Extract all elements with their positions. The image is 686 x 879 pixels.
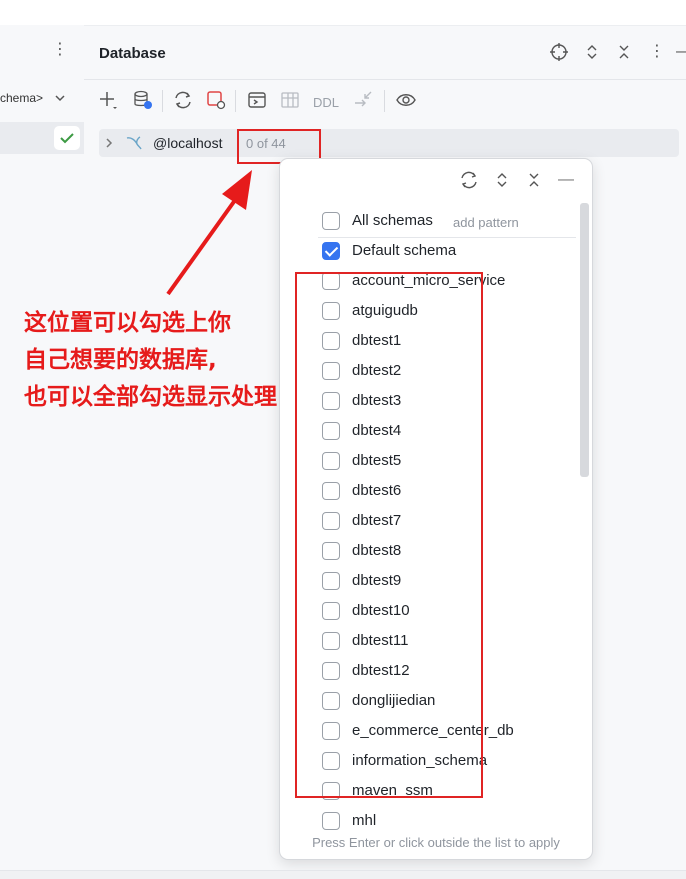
checkbox[interactable]	[322, 812, 340, 830]
list-item-all-schemas[interactable]: All schemas add pattern	[280, 207, 576, 237]
annotation-line: 自己想要的数据库,	[24, 347, 217, 373]
annotation-line: 这位置可以勾选上你	[24, 310, 231, 336]
data-source-properties-icon[interactable]	[132, 89, 154, 111]
add-pattern-link[interactable]: add pattern	[453, 215, 519, 230]
eye-icon[interactable]	[395, 89, 417, 111]
more-options-icon[interactable]: ⋮	[647, 42, 667, 62]
stop-icon[interactable]	[205, 89, 227, 111]
bottom-status-strip	[0, 870, 686, 879]
panel-title: Database	[99, 45, 166, 62]
add-icon[interactable]	[97, 89, 119, 111]
item-label: All schemas	[352, 212, 433, 229]
expand-all-icon[interactable]	[492, 170, 512, 190]
item-label: Default schema	[352, 242, 457, 259]
datasource-label[interactable]: @localhost	[153, 135, 222, 151]
toolbar-divider	[162, 90, 163, 112]
panel-top-strip	[84, 0, 686, 26]
left-panel-header	[0, 0, 84, 25]
item-label: mhl	[352, 812, 377, 829]
ddl-button[interactable]: DDL	[313, 95, 339, 110]
annotation-text: 这位置可以勾选上你 自己想要的数据库, 也可以全部勾选显示处理	[24, 305, 364, 416]
query-console-icon[interactable]	[246, 89, 268, 111]
chevron-right-icon[interactable]	[103, 136, 115, 150]
table-icon[interactable]	[279, 89, 301, 111]
footer-hint: Press Enter or click outside the list to…	[312, 835, 560, 850]
annotation-arrow-icon	[166, 170, 252, 296]
mysql-dolphin-icon	[126, 136, 142, 150]
toolbar-divider	[384, 90, 385, 112]
left-more-icon[interactable]: ⋮	[52, 40, 68, 60]
expand-all-icon[interactable]	[582, 42, 602, 62]
scrollbar-thumb[interactable]	[580, 203, 589, 477]
refresh-icon[interactable]	[459, 170, 479, 190]
checkbox-checked[interactable]	[322, 242, 340, 260]
minimize-icon[interactable]: —	[558, 170, 578, 190]
list-item[interactable]: Default schema	[280, 237, 576, 267]
jump-to-icon[interactable]	[353, 89, 375, 111]
header-separator	[84, 79, 686, 80]
chevron-down-icon[interactable]	[54, 91, 66, 105]
list-item[interactable]: mhl	[280, 807, 576, 837]
left-panel: ⋮ chema>	[0, 0, 85, 879]
collapse-all-icon[interactable]	[524, 170, 544, 190]
check-icon[interactable]	[54, 126, 80, 150]
crosshair-icon[interactable]	[549, 42, 569, 62]
toolbar-divider	[235, 90, 236, 112]
collapse-all-icon[interactable]	[614, 42, 634, 62]
minimize-icon[interactable]: —	[676, 42, 686, 62]
annotation-line: 也可以全部勾选显示处理	[24, 384, 277, 410]
refresh-icon[interactable]	[172, 89, 194, 111]
checkbox[interactable]	[322, 212, 340, 230]
left-schema-label[interactable]: chema>	[0, 91, 43, 105]
